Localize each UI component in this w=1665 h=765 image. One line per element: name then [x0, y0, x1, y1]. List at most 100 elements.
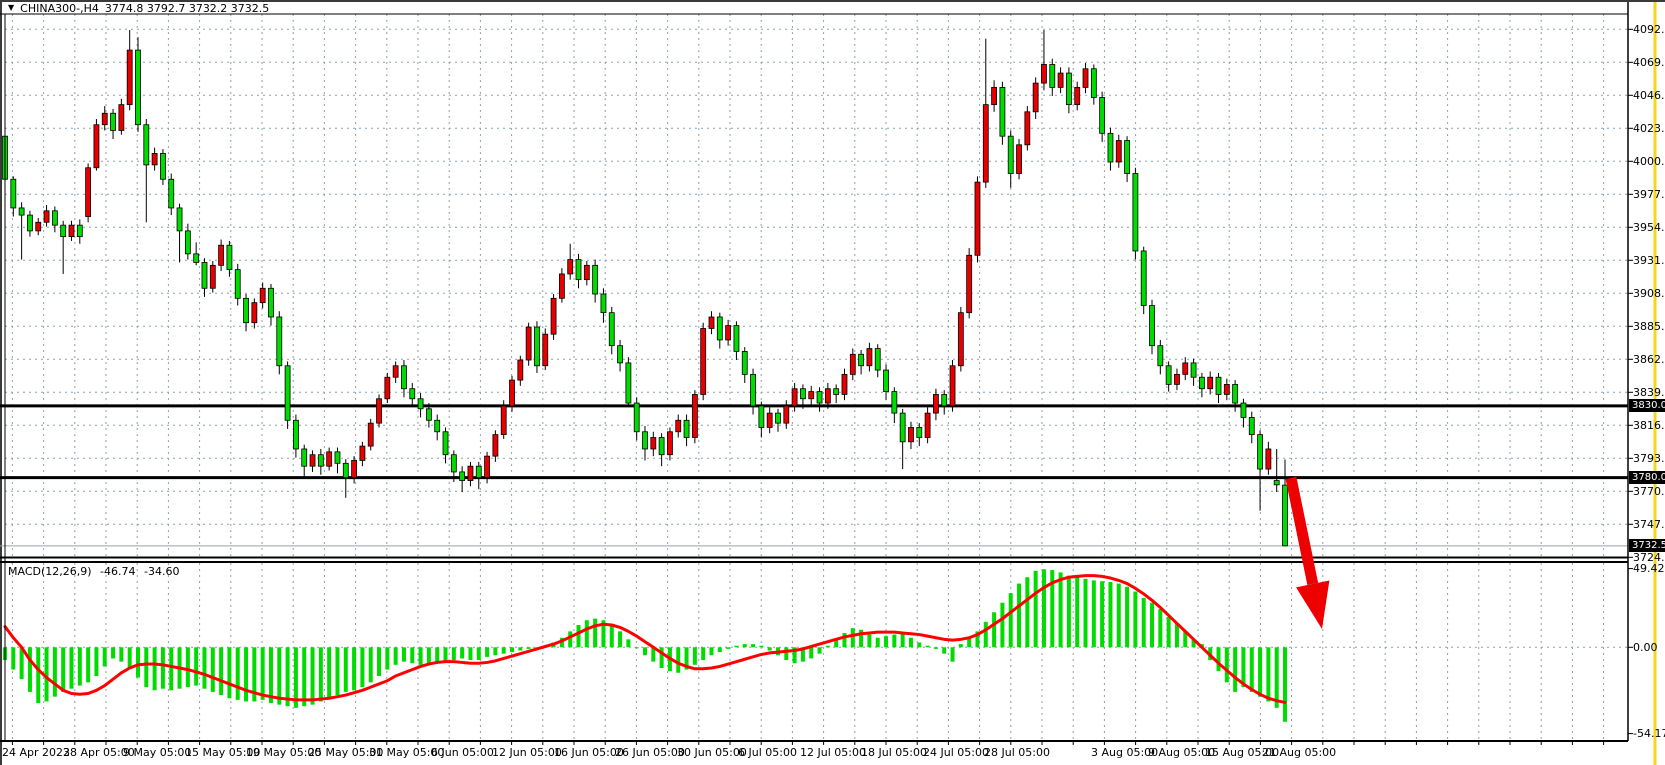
macd-bar	[410, 647, 414, 663]
macd-bar	[128, 647, 132, 668]
candle-body	[1141, 251, 1146, 306]
price-axis-label: 3747.5	[1633, 518, 1665, 531]
down-arrow-annotation[interactable]	[1291, 478, 1329, 629]
macd-bar	[818, 647, 822, 653]
macd-bar	[1117, 584, 1121, 648]
price-axis-label: 4069.5	[1633, 56, 1665, 69]
macd-bar	[136, 647, 140, 677]
candle-body	[94, 125, 99, 168]
candle-body	[543, 334, 548, 366]
candle-body	[227, 245, 232, 269]
time-axis-label: 24 Apr 2023	[2, 746, 70, 759]
candle-body	[1233, 384, 1238, 403]
candle-body	[277, 317, 282, 366]
candle-body	[418, 399, 423, 409]
symbol-dropdown-icon[interactable]: ▼	[8, 3, 14, 13]
time-axis-label: 28 Jul 05:00	[984, 746, 1050, 759]
macd-bar	[302, 647, 306, 706]
chart-title-bar: ▼ CHINA300-,H4 3774.8 3792.7 3732.2 3732…	[8, 2, 269, 14]
candle-body	[692, 394, 697, 437]
macd-bar	[759, 646, 763, 648]
candle-body	[526, 327, 531, 360]
price-axis-label: 3862.5	[1633, 353, 1665, 366]
macd-bar	[1133, 592, 1137, 648]
price-axis-label: 3977.5	[1633, 188, 1665, 201]
candle-body	[609, 313, 614, 346]
candle-body	[144, 125, 149, 165]
candle-body	[817, 392, 822, 403]
candle-body	[568, 260, 573, 274]
candle-body	[260, 288, 265, 302]
candle-body	[1199, 377, 1204, 388]
candle-body	[659, 437, 664, 454]
candle-body	[377, 399, 382, 423]
candle-body	[701, 328, 706, 394]
candle-body	[759, 406, 764, 428]
macd-bar	[28, 647, 32, 692]
macd-bar	[1233, 647, 1237, 692]
macd-bar	[876, 638, 880, 648]
macd-bar	[1217, 647, 1221, 671]
macd-bar	[934, 647, 938, 649]
candle-body	[784, 406, 789, 423]
candle-body	[401, 366, 406, 389]
time-axis-label: 18 Jul 05:00	[861, 746, 927, 759]
price-axis-label: 4046.5	[1633, 89, 1665, 102]
candle-body	[443, 432, 448, 455]
candle-body	[751, 374, 756, 406]
candle-body	[69, 225, 74, 236]
candle-body	[1083, 69, 1088, 88]
candle-body	[875, 349, 880, 371]
macd-bar	[1075, 577, 1079, 647]
candle-body	[352, 460, 357, 477]
chart-plot-area[interactable]	[0, 0, 1665, 765]
macd-histogram	[3, 569, 1287, 722]
macd-bar	[510, 647, 514, 652]
candle-body	[559, 274, 564, 298]
candle-body	[268, 288, 273, 317]
macd-main-value: -46.74	[100, 565, 135, 578]
macd-bar	[394, 647, 398, 665]
candle-body	[933, 394, 938, 413]
candle-body	[1075, 87, 1080, 104]
price-level-tag: 3780.0	[1629, 471, 1665, 484]
candle-body	[27, 215, 32, 231]
macd-bar	[1092, 580, 1096, 647]
candle-body	[800, 389, 805, 399]
candle-body	[119, 105, 124, 131]
macd-bar	[701, 647, 705, 660]
time-axis-label: 9 May 05:00	[123, 746, 191, 759]
candle-body	[102, 113, 107, 124]
mt4-chart-window: ▼ CHINA300-,H4 3774.8 3792.7 3732.2 3732…	[0, 0, 1665, 765]
macd-bar	[419, 647, 423, 665]
macd-bar	[277, 647, 281, 704]
candle-body	[1258, 435, 1263, 469]
macd-bar	[236, 647, 240, 700]
candle-body	[36, 222, 41, 231]
candle-body	[1017, 145, 1022, 174]
candle-body	[310, 455, 315, 466]
macd-bar	[1034, 571, 1038, 647]
arrow-head	[1296, 581, 1329, 629]
macd-bar	[593, 619, 597, 648]
candle-body	[1066, 73, 1071, 105]
ohlc-values: 3774.8 3792.7 3732.2 3732.5	[105, 2, 269, 15]
candle-body	[468, 466, 473, 480]
candle-body	[252, 303, 257, 323]
macd-bar	[1266, 647, 1270, 701]
candle-body	[809, 392, 814, 399]
macd-bar	[352, 647, 356, 690]
macd-bar	[951, 647, 955, 661]
macd-bar	[1042, 569, 1046, 647]
candle-body	[385, 377, 390, 399]
price-level-tag: 3830.0	[1629, 399, 1665, 412]
candle-body	[584, 265, 589, 279]
macd-bar	[86, 647, 90, 682]
candle-body	[52, 211, 57, 225]
macd-bar	[751, 644, 755, 647]
candle-body	[709, 317, 714, 328]
candle-body	[169, 179, 174, 208]
macd-bar	[485, 647, 489, 657]
candle-body	[493, 435, 498, 457]
candlestick-series	[3, 30, 1288, 546]
